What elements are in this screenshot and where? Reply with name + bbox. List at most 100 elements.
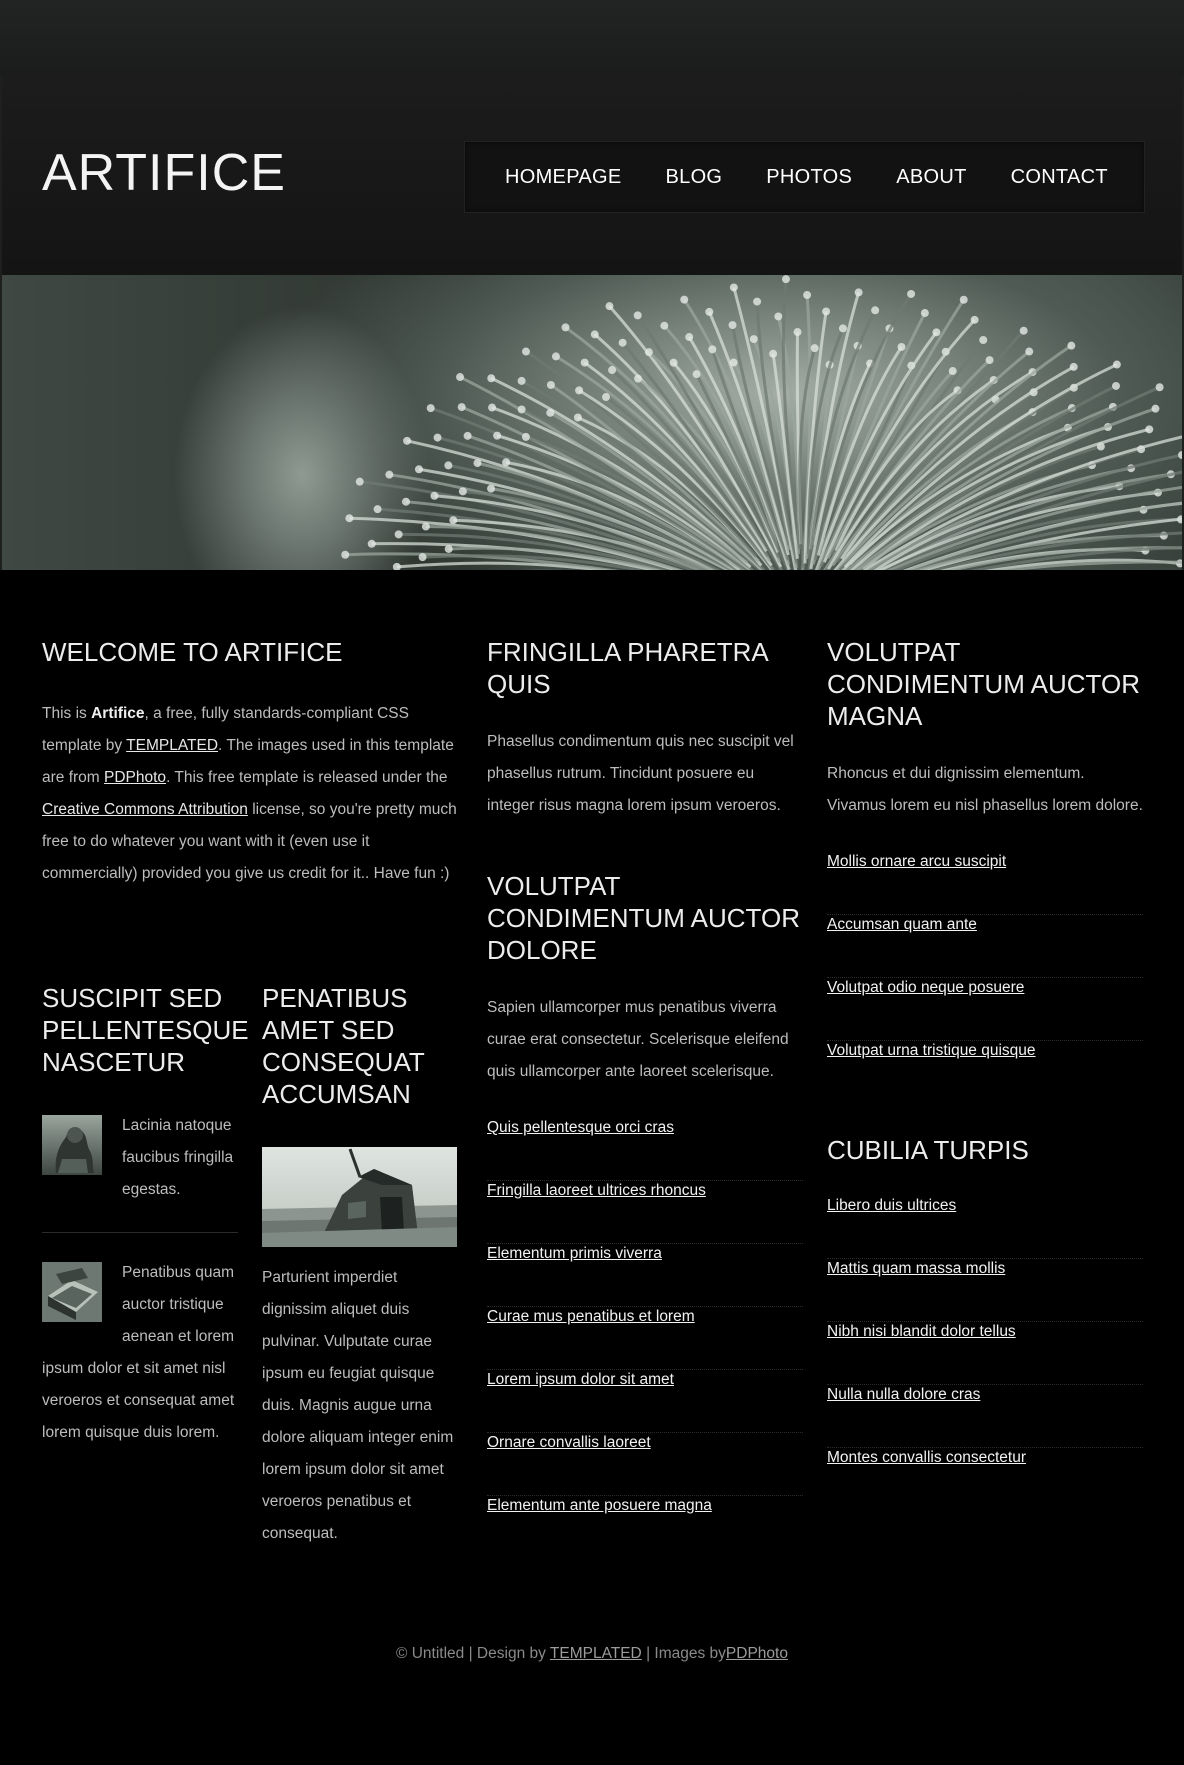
flower-tip xyxy=(1025,347,1034,356)
flower-tip xyxy=(728,321,737,330)
list-item: Curae mus penatibus et lorem xyxy=(487,1307,803,1370)
flower-tip xyxy=(680,295,689,304)
nav-about[interactable]: ABOUT xyxy=(896,166,966,188)
link-item[interactable]: Elementum ante posuere magna xyxy=(487,1497,712,1514)
nav-contact[interactable]: CONTACT xyxy=(1011,166,1108,188)
flower-tip xyxy=(456,373,465,382)
creative-commons-link[interactable]: Creative Commons Attribution xyxy=(42,801,248,818)
footer-pdphoto-link[interactable]: PDPhoto xyxy=(726,1645,788,1662)
float-spacer xyxy=(42,1257,122,1353)
banner-image xyxy=(2,275,1182,570)
link-item[interactable]: Lorem ipsum dolor sit amet xyxy=(487,1371,674,1388)
footer-text-2: | Images by xyxy=(641,1645,726,1662)
nav-blog[interactable]: BLOG xyxy=(666,166,723,188)
flower-tip xyxy=(373,505,382,514)
link-item[interactable]: Curae mus penatibus et lorem xyxy=(487,1308,695,1325)
flower-tip xyxy=(644,348,653,357)
flower-tip xyxy=(1155,383,1164,392)
link-item[interactable]: Mollis ornare arcu suscipit xyxy=(827,853,1006,870)
nav-photos[interactable]: PHOTOS xyxy=(766,166,852,188)
flower-tip xyxy=(341,550,350,559)
site-footer: © Untitled | Design by TEMPLATED | Image… xyxy=(0,1645,1184,1663)
suscipit-item-1-text: Lacinia natoque faucibus fringilla egest… xyxy=(122,1117,234,1198)
flower-tip xyxy=(551,352,560,361)
flower-tip xyxy=(948,367,957,376)
welcome-brand: Artifice xyxy=(91,705,145,722)
welcome-text-1: This is xyxy=(42,705,92,722)
flower-tip xyxy=(685,333,694,342)
link-item[interactable]: Accumsan quam ante xyxy=(827,916,977,933)
top-band xyxy=(0,0,1184,75)
link-item[interactable]: Fringilla laoreet ultrices rhoncus xyxy=(487,1182,706,1199)
site-logo[interactable]: ARTIFICE xyxy=(42,143,286,203)
flower-image xyxy=(341,275,1182,570)
flower-tip xyxy=(575,386,584,395)
flower-tip xyxy=(633,311,642,320)
flower-tip xyxy=(907,289,916,298)
link-item[interactable]: Montes convallis consectetur xyxy=(827,1449,1026,1466)
list-item: Ornare convallis laoreet xyxy=(487,1433,803,1496)
flower-tip xyxy=(979,335,988,344)
flower-tip xyxy=(781,275,790,284)
flower-tip xyxy=(634,374,643,383)
link-item[interactable]: Nulla nulla dolore cras xyxy=(827,1386,980,1403)
link-item[interactable]: Nibh nisi blandit dolor tellus xyxy=(827,1323,1016,1340)
flower-tip xyxy=(660,321,669,330)
flower-tip xyxy=(618,338,627,347)
fringilla-title: FRINGILLA PHARETRA QUIS xyxy=(487,637,768,699)
main-content: WELCOME TO ARTIFICE This is Artifice, a … xyxy=(0,570,1184,1765)
list-item: Fringilla laoreet ultrices rhoncus xyxy=(487,1181,803,1244)
flower-tip xyxy=(414,465,423,474)
footer-templated-link[interactable]: TEMPLATED xyxy=(550,1645,642,1662)
flower-tip xyxy=(433,433,442,442)
suscipit-section: SUSCIPIT SED PELLENTESQUE NASCETUR xyxy=(42,982,249,1078)
flower-tip xyxy=(1019,326,1028,335)
pdphoto-link[interactable]: PDPhoto xyxy=(104,769,166,786)
flower-tip xyxy=(970,315,979,324)
statue-thumbnail[interactable] xyxy=(42,1115,102,1175)
flower-tip xyxy=(573,413,582,422)
flower-tip xyxy=(385,470,394,479)
flower-tip xyxy=(669,358,678,367)
volutpat-dolore-links: Quis pellentesque orci cras Fringilla la… xyxy=(487,1118,803,1559)
link-item[interactable]: Mattis quam massa mollis xyxy=(827,1260,1005,1277)
flower-tip xyxy=(810,344,819,353)
flower-tip xyxy=(838,324,847,333)
list-item: Volutpat urna tristique quisque xyxy=(827,1041,1143,1104)
link-item[interactable]: Volutpat odio neque posuere xyxy=(827,979,1024,996)
flower-tip xyxy=(418,553,427,562)
flower-tip xyxy=(1112,360,1121,369)
flower-tip xyxy=(488,403,497,412)
list-item: Quis pellentesque orci cras xyxy=(487,1118,803,1181)
penatibus-section: PENATIBUS AMET SED CONSEQUAT ACCUMSAN xyxy=(262,982,458,1110)
barn-photo[interactable] xyxy=(262,1147,457,1247)
link-item[interactable]: Quis pellentesque orci cras xyxy=(487,1119,674,1136)
list-item: Volutpat odio neque posuere xyxy=(827,978,1143,1041)
flower-tip xyxy=(521,347,530,356)
flower-tip xyxy=(367,539,376,548)
flower-tip xyxy=(546,408,555,417)
link-item[interactable]: Elementum primis viverra xyxy=(487,1245,662,1262)
flower-tip xyxy=(1069,362,1078,371)
flower-tip xyxy=(457,403,466,412)
flower-tip xyxy=(708,345,717,354)
list-item: Elementum ante posuere magna xyxy=(487,1496,803,1559)
link-item[interactable]: Volutpat urna tristique quisque xyxy=(827,1042,1036,1059)
footer-text-1: © Untitled | Design by xyxy=(396,1645,550,1662)
flower-tip xyxy=(487,484,496,493)
flower-tip xyxy=(749,335,758,344)
middle-column: FRINGILLA PHARETRA QUIS Phasellus condim… xyxy=(487,636,803,1559)
divider xyxy=(42,1232,238,1233)
templated-link[interactable]: TEMPLATED xyxy=(126,737,218,754)
link-item[interactable]: Ornare convallis laoreet xyxy=(487,1434,651,1451)
nav-homepage[interactable]: HOMEPAGE xyxy=(505,166,622,188)
flower-tip xyxy=(426,404,435,413)
flower-tip xyxy=(774,312,783,321)
flower-tip xyxy=(769,349,778,358)
volutpat-dolore-text: Sapien ullamcorper mus penatibus viverra… xyxy=(487,999,789,1080)
volutpat-magna-title: VOLUTPAT CONDIMENTUM AUCTOR MAGNA xyxy=(827,637,1140,731)
flower-tip xyxy=(493,431,502,440)
flower-tip xyxy=(705,307,714,316)
flower-tip xyxy=(803,291,812,300)
link-item[interactable]: Libero duis ultrices xyxy=(827,1197,956,1214)
